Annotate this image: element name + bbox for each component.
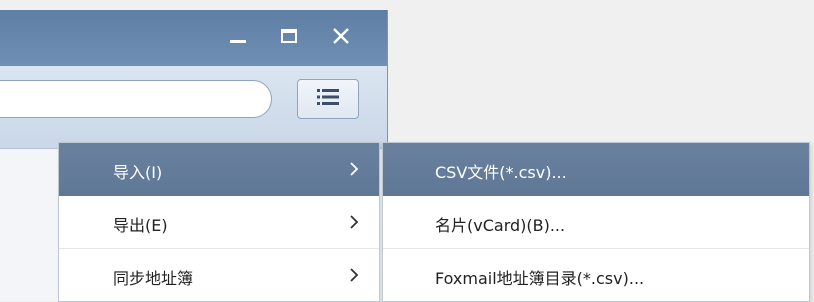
menu-item-label: 同步地址簿 [113,269,194,288]
submenu-item-csv[interactable]: CSV文件(*.csv)... [383,143,809,196]
chevron-right-icon [349,161,359,181]
minimize-icon [228,26,248,46]
close-icon [331,26,351,46]
import-submenu: CSV文件(*.csv)... 名片(vCard)(B)... Foxmail地… [382,142,810,302]
close-button[interactable] [326,22,356,50]
maximize-icon [279,26,299,46]
menu-item-sync-address-book[interactable]: 同步地址簿 [59,248,379,301]
minimize-button[interactable] [223,22,253,50]
submenu-item-label: CSV文件(*.csv)... [435,163,567,182]
submenu-item-foxmail-directory[interactable]: Foxmail地址簿目录(*.csv)... [383,248,809,301]
menu-item-export[interactable]: 导出(E) [59,196,379,249]
maximize-button[interactable] [274,22,304,50]
search-input[interactable] [0,80,272,118]
menu-item-label: 导出(E) [113,216,168,235]
menu-item-import[interactable]: 导入(I) [59,143,379,196]
submenu-item-vcard[interactable]: 名片(vCard)(B)... [383,196,809,249]
chevron-right-icon [349,267,359,287]
submenu-item-label: 名片(vCard)(B)... [435,216,566,235]
context-menu: 导入(I) 导出(E) 同步地址簿 [58,142,380,302]
submenu-item-label: Foxmail地址簿目录(*.csv)... [435,269,645,288]
list-icon [317,88,339,110]
menu-item-label: 导入(I) [113,163,163,182]
main-menu-button[interactable] [297,79,359,119]
title-bar [0,10,387,66]
toolbar [0,66,387,148]
chevron-right-icon [349,214,359,234]
